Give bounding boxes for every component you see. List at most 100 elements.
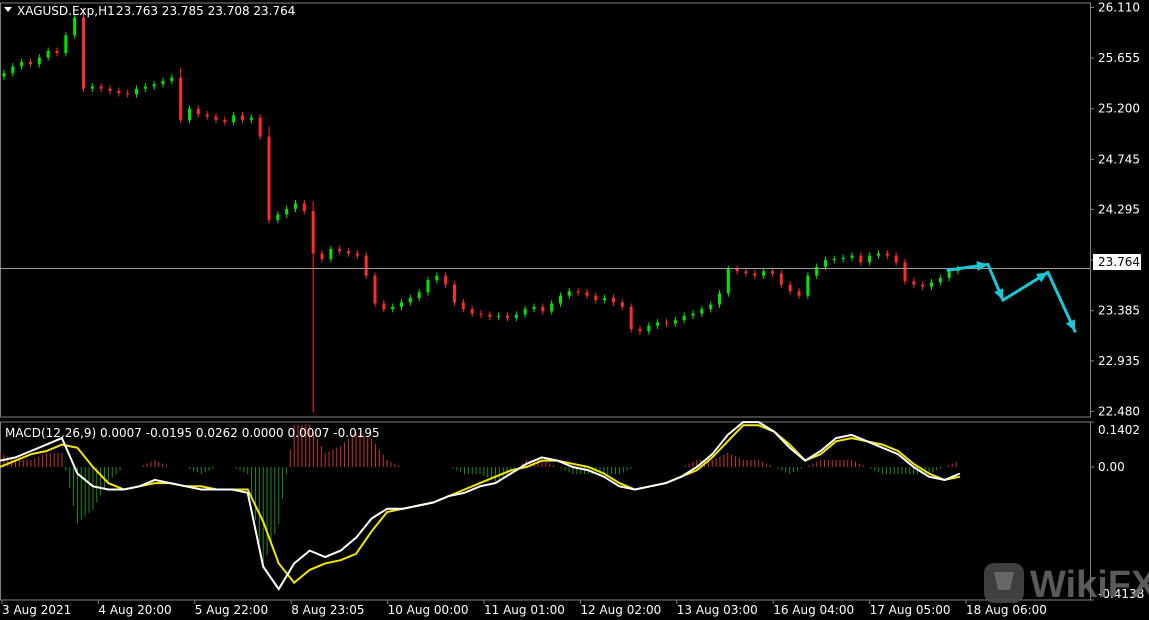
watermark: WikiFX [984,563,1149,606]
candle-body [143,86,147,89]
candle-body [241,115,244,120]
candle-body [453,284,456,303]
time-tick-label: 12 Aug 02:00 [580,603,661,617]
candle-body [682,315,686,321]
candle-body [700,309,704,314]
candle-body [797,291,801,296]
candle-body [391,306,395,310]
candle-body [567,291,571,296]
candle-body [673,320,677,324]
candle-body [841,257,845,259]
candle-body [29,61,32,65]
candle-body [294,203,297,209]
candle-body [559,295,562,304]
candle-body [179,77,183,120]
candle-body [99,86,103,89]
candle-body [55,50,59,54]
candle-body [249,117,253,120]
candle-body [930,282,933,287]
candle-body [532,306,536,310]
candle-body [603,297,607,301]
candle-body [196,108,200,115]
time-tick-label: 8 Aug 23:05 [291,603,364,617]
candle-body [400,302,403,307]
candle-body [276,214,280,221]
candle-body [735,268,739,272]
candle-body [408,297,412,303]
candle-body [612,297,615,303]
candle-body [576,291,580,293]
price-tick-label: 23.385 [1098,304,1140,318]
candle-body [20,61,24,67]
candle-body [938,277,942,283]
current-price-label: 23.764 [1098,255,1140,269]
candle-body [2,73,6,77]
candle-body [885,253,889,256]
candle-body [64,35,68,54]
time-tick-label: 3 Aug 2021 [2,603,71,617]
price-tick-label: 25.655 [1098,51,1140,65]
candle-body [947,271,951,278]
candle-body [355,253,359,256]
candle-body [311,211,315,254]
candle-body [691,313,695,316]
candle-body [108,88,112,91]
candle-body [620,302,624,307]
macd-tick-label: 0.1402 [1098,423,1140,437]
candle-body [170,77,174,81]
candle-body [550,303,554,312]
price-tick-label: 22.480 [1098,404,1140,418]
price-tick-label: 24.745 [1098,152,1140,166]
candle-body [806,275,810,296]
candle-body [921,284,925,287]
candle-body [832,258,836,261]
candle-body [656,322,660,326]
time-tick-label: 5 Aug 22:00 [195,603,268,617]
candle-body [479,313,483,315]
watermark-text: WikiFX [1030,564,1149,606]
candle-body [912,281,916,285]
candle-body [135,88,138,95]
candle-body [426,280,430,293]
price-tick-label: 26.110 [1098,0,1140,14]
candle-body [267,136,271,221]
candle-body [771,271,774,274]
candle-body [232,115,236,123]
macd-header: MACD(12,26,9) 0.0007 -0.0195 0.0262 0.00… [5,426,380,440]
candle-body [302,203,306,212]
candle-body [152,84,156,87]
time-tick-label: 11 Aug 01:00 [484,603,565,617]
price-tick-label: 22.935 [1098,354,1140,368]
candle-body [117,90,121,94]
candle-body [382,303,386,310]
candle-body [788,284,792,292]
candle-body [329,248,333,259]
candle-body [638,329,642,332]
candle-body [73,17,77,36]
candle-body [214,116,218,120]
candle-body [868,255,872,263]
candle-body [647,325,651,332]
candle-body [488,314,492,317]
candle-body [82,17,85,89]
price-chart[interactable]: 26.11025.65525.20024.74524.29523.84023.3… [0,0,1149,620]
candle-body [223,119,227,123]
candle-body [709,304,713,310]
candle-body [338,248,342,252]
candle-body [347,251,350,254]
candle-body [37,57,41,65]
candle-body [824,260,827,267]
candle-body [364,255,368,276]
time-tick-label: 4 Aug 20:00 [98,603,171,617]
candle-body [629,306,633,330]
candle-body [877,253,880,256]
candle-body [514,314,518,318]
candle-body [470,309,474,314]
candle-body [585,292,589,296]
candle-body [523,309,527,315]
time-axis-ticks: 3 Aug 2021 4 Aug 20:00 5 Aug 22:00 8 Aug 23… [1,600,1047,617]
candle-body [779,273,783,285]
candle-body [46,50,50,58]
candle-body [859,255,863,263]
candle-body [320,253,324,259]
